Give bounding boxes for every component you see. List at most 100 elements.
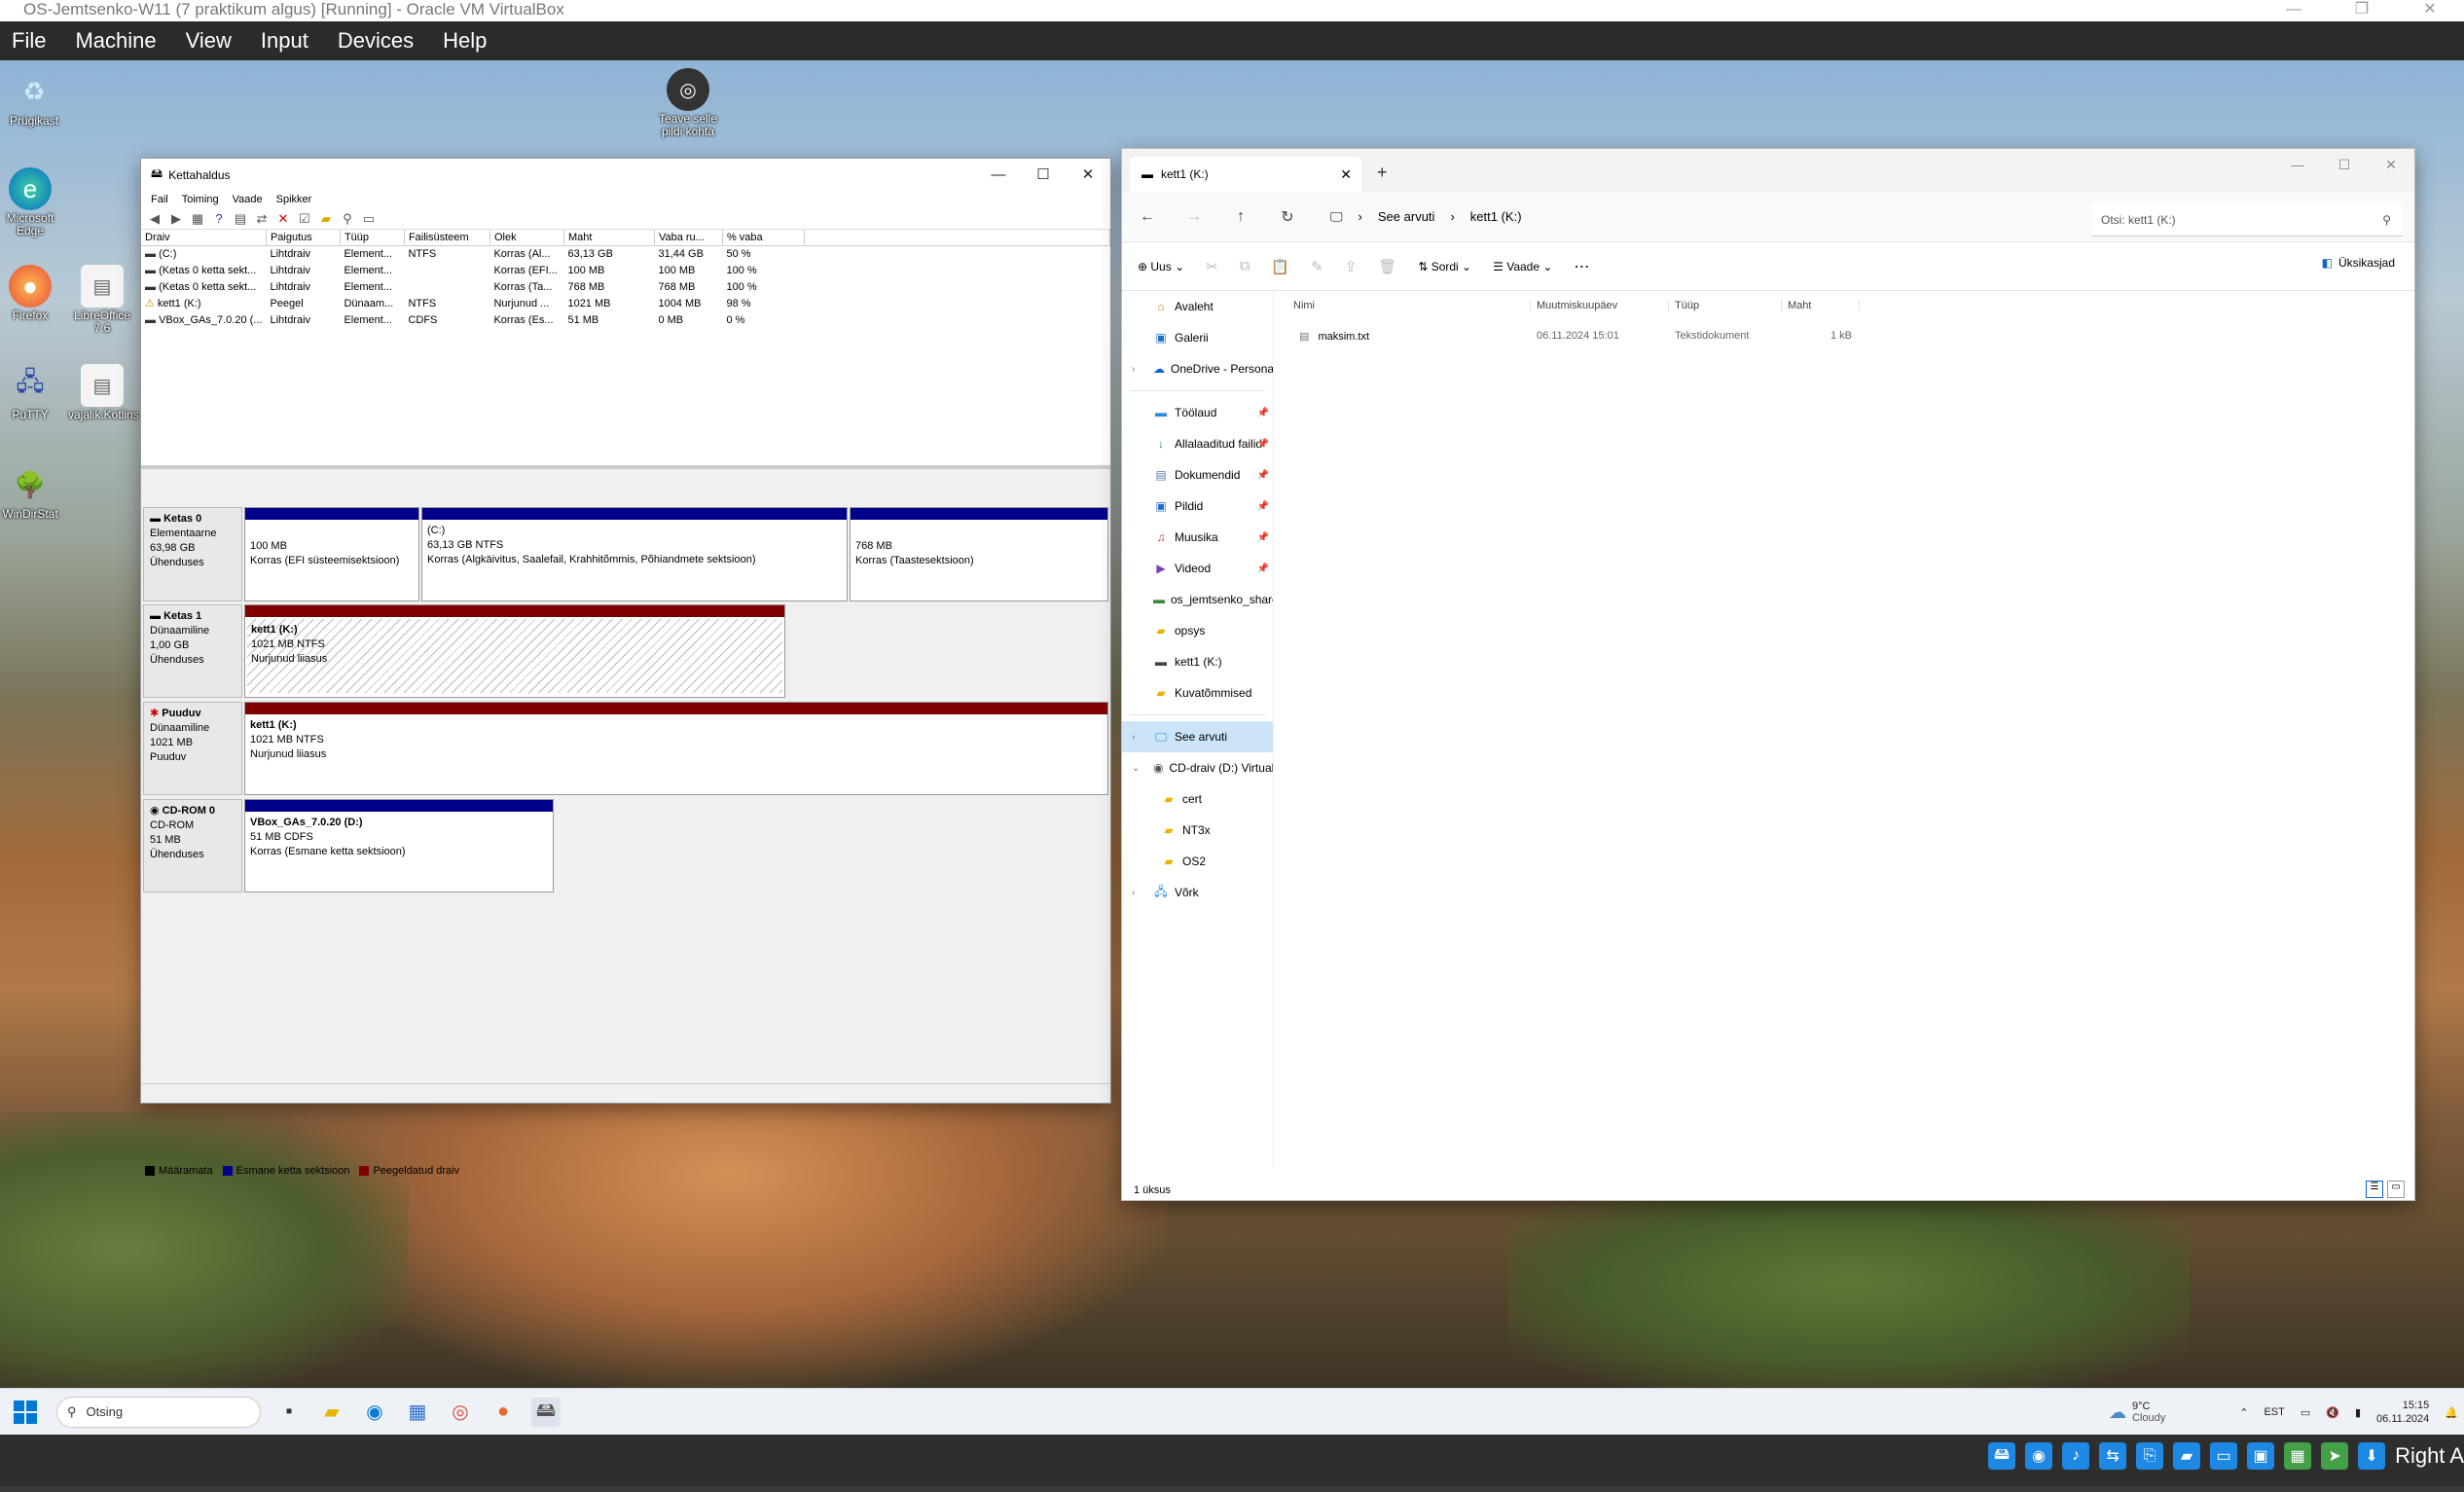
details-pane-button[interactable]: ◧ Üksikasjad (2322, 256, 2395, 270)
nav-network[interactable]: › 🖧 Võrk (1122, 877, 1273, 908)
volume-row[interactable]: ▬ (Ketas 0 ketta sekt... Lihtdraiv Element… (141, 262, 1110, 278)
col-layout[interactable]: Paigutus (266, 230, 341, 246)
volume-row[interactable]: ▬ (C:) Lihtdraiv Element... NTFS Korras (Al.… (141, 245, 1110, 262)
disk-management-taskbar-icon[interactable]: 🖴 (531, 1397, 561, 1427)
nav-music[interactable]: ♫ Muusika 📌 (1122, 522, 1273, 553)
desktop-icon-recycle-bin[interactable]: ♻ Prügikast (0, 70, 68, 127)
help-icon[interactable]: ? (211, 211, 227, 227)
nav-cert[interactable]: ▰ cert (1122, 783, 1273, 815)
menu-input[interactable]: Input (261, 28, 308, 54)
col-pct-free[interactable]: % vaba (722, 230, 805, 246)
disk-row-missing[interactable]: ✱ Puuduv Dünaamiline 1021 MB Puuduv (143, 702, 242, 795)
desktop-icon-textfile[interactable]: ▤ vajalik.Kotlins (68, 364, 139, 421)
usb-icon[interactable]: ⎘ (2136, 1442, 2164, 1470)
fe-maximize-button[interactable]: ☐ (2321, 149, 2368, 180)
language-indicator[interactable]: EST (2264, 1406, 2284, 1418)
display-icon[interactable]: ▭ (2210, 1442, 2238, 1470)
desktop-icon-windirstat[interactable]: 🌳 WinDirStat (0, 463, 64, 521)
mouse-integration-icon[interactable]: ➤ (2321, 1442, 2349, 1470)
partition-efi[interactable]: 100 MB Korras (EFI süsteemisektsioon) (244, 507, 419, 601)
file-explorer-taskbar-icon[interactable]: ▰ (317, 1398, 346, 1427)
minimize-button[interactable]: — (2260, 0, 2328, 19)
volume-row[interactable]: ▬ (Ketas 0 ketta sekt... Lihtdraiv Element… (141, 278, 1110, 295)
partition-c[interactable]: (C:) 63,13 GB NTFS Korras (Algkäivitus, … (421, 507, 848, 601)
volume-row[interactable]: ⚠ kett1 (K:) Peegel Dünaam... NTFS Nurjunud … (141, 295, 1110, 311)
dm-menu-action[interactable]: Toiming (182, 194, 219, 205)
folder-icon[interactable]: ▰ (318, 211, 334, 227)
optical-drive-icon[interactable]: ◉ (2025, 1442, 2053, 1470)
nav-videos[interactable]: ▶ Videod 📌 (1122, 553, 1273, 584)
task-view-icon[interactable]: ▪ (274, 1398, 304, 1427)
tiles-view-icon[interactable]: ▭ (2387, 1181, 2405, 1198)
search-icon[interactable]: ⚲ (340, 211, 355, 227)
disk-row-0[interactable]: ▬ Ketas 0 Elementaarne 63,98 GB Ühenduse… (143, 507, 242, 601)
nav-pictures[interactable]: ▣ Pildid 📌 (1122, 491, 1273, 522)
properties-icon[interactable]: ▤ (233, 211, 248, 227)
chevron-right-icon[interactable]: › (1132, 364, 1135, 375)
check-icon[interactable]: ☑ (297, 211, 312, 227)
list-view-icon[interactable]: ▦ (190, 211, 205, 227)
tab-close-icon[interactable]: ✕ (1340, 166, 1352, 183)
nav-onedrive[interactable]: › ☁ OneDrive - Persona (1122, 353, 1273, 384)
weather-widget[interactable]: ☁ 9°C Cloudy (2109, 1401, 2165, 1424)
partition-recovery[interactable]: 768 MB Korras (Taastesektsioon) (850, 507, 1108, 601)
col-status[interactable]: Olek (489, 230, 564, 246)
nav-os2[interactable]: ▰ OS2 (1122, 846, 1273, 877)
start-button[interactable] (14, 1400, 37, 1424)
view-button[interactable]: ☰ Vaade ⌄ (1493, 260, 1552, 273)
col-drive[interactable]: Draiv (141, 230, 267, 246)
back-icon[interactable]: ◀ (147, 211, 163, 227)
nav-screenshots[interactable]: ▰ Kuvatõmmised (1122, 677, 1273, 709)
chrome-taskbar-icon[interactable]: ◎ (446, 1398, 475, 1427)
fe-close-button[interactable]: ✕ (2368, 149, 2414, 180)
shared-folders-icon[interactable]: ▰ (2173, 1442, 2201, 1470)
menu-machine[interactable]: Machine (75, 28, 156, 54)
connect-icon[interactable]: ⇄ (254, 211, 270, 227)
paste-icon[interactable]: 📋 (1271, 258, 1289, 275)
network-adapter-icon[interactable]: ⇆ (2099, 1442, 2127, 1470)
notification-icon[interactable]: 🔔 (2445, 1406, 2458, 1419)
settings-icon[interactable]: ▭ (361, 211, 377, 227)
desktop-icon-firefox[interactable]: ● Firefox (0, 265, 64, 322)
chevron-up-icon[interactable]: ⌃ (2239, 1406, 2248, 1419)
more-options-icon[interactable]: ⋯ (1574, 257, 1589, 276)
disk-row-1[interactable]: ▬ Ketas 1 Dünaamiline 1,00 GB Ühenduses (143, 604, 242, 698)
col-type[interactable]: Tüüp (1669, 300, 1782, 311)
disk-0-label[interactable]: ▬ Ketas 0 Elementaarne 63,98 GB Ühenduse… (143, 507, 242, 601)
keyboard-icon[interactable]: ⬇ (2358, 1442, 2386, 1470)
dm-menu-help[interactable]: Spikker (276, 194, 312, 205)
chevron-down-icon[interactable]: ⌄ (1132, 763, 1140, 774)
menu-file[interactable]: File (12, 28, 46, 54)
back-arrow-icon[interactable]: ← (1136, 208, 1159, 226)
address-bar[interactable]: 🖵 › See arvuti › kett1 (K:) (1323, 200, 2072, 234)
col-filesystem[interactable]: Failisüsteem (404, 230, 490, 246)
fe-minimize-button[interactable]: — (2274, 149, 2321, 180)
breadcrumb-drive[interactable]: kett1 (K:) (1470, 209, 1522, 224)
sort-button[interactable]: ⇅ Sordi ⌄ (1418, 260, 1471, 273)
forward-icon[interactable]: ▶ (168, 211, 184, 227)
refresh-icon[interactable]: ↻ (1276, 207, 1299, 227)
fe-tab[interactable]: ▬ kett1 (K:) ✕ (1130, 157, 1361, 192)
maximize-button[interactable]: ❐ (2328, 0, 2396, 19)
nav-opsys[interactable]: ▰ opsys (1122, 615, 1273, 646)
nav-desktop[interactable]: ▬ Töölaud 📌 (1122, 397, 1273, 428)
partition-kett1-missing[interactable]: kett1 (K:) 1021 MB NTFS Nurjunud liiasus (244, 702, 1108, 795)
desktop-icon-spotlight[interactable]: ◎ Teave selle pildi kohta (654, 68, 722, 138)
up-arrow-icon[interactable]: ↑ (1229, 208, 1252, 226)
cut-icon[interactable]: ✂ (1206, 258, 1218, 275)
chevron-right-icon[interactable]: › (1132, 888, 1135, 898)
new-tab-button[interactable]: + (1377, 163, 1388, 183)
chevron-right-icon[interactable]: › (1132, 732, 1135, 743)
col-modified[interactable]: Muutmiskuupäev (1531, 300, 1669, 311)
new-button[interactable]: ⊕ Uus ⌄ (1138, 260, 1184, 273)
dm-minimize-button[interactable]: — (976, 159, 1021, 191)
delete-icon[interactable]: ✕ (275, 211, 291, 227)
recording-icon[interactable]: ▣ (2247, 1442, 2275, 1470)
nav-nt3x[interactable]: ▰ NT3x (1122, 815, 1273, 846)
delete-icon[interactable]: 🗑 (1378, 258, 1396, 275)
disk-row-cdrom[interactable]: ◉ CD-ROM 0 CD-ROM 51 MB Ühenduses (143, 799, 242, 892)
nav-home[interactable]: ⌂ Avaleht (1122, 291, 1273, 322)
search-input[interactable]: Otsi: kett1 (K:) ⚲ (2091, 203, 2403, 237)
details-view-icon[interactable]: ☰ (2366, 1181, 2383, 1198)
volume-icon[interactable]: 🔇 (2326, 1406, 2339, 1419)
